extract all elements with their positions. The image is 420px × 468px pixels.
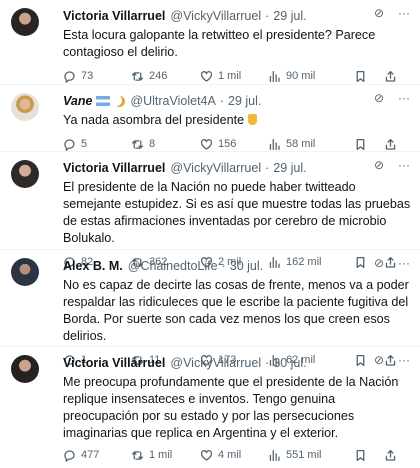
tweet-text: Ya nada asombra del presidente [63,113,245,127]
tweet[interactable]: ⊘ ··· Victoria Villarruel @VickyVillarru… [0,347,420,462]
bookmark-icon [356,138,365,150]
more-icon[interactable]: ··· [398,158,410,172]
reply-button[interactable]: 477 [63,449,131,462]
tweet[interactable]: ⊘ ··· Vane @UltraViolet4A · 29 jul. Ya n… [0,85,420,152]
tweet-date[interactable]: 29 jul. [273,161,306,175]
more-icon[interactable]: ··· [398,91,410,105]
reply-count: 73 [81,70,94,82]
author-handle[interactable]: @VickyVillarruel [170,356,261,370]
author-handle[interactable]: @ChainedtoLife [128,259,218,273]
tweet-text: No es capaz de decirte las cosas de fren… [63,278,409,343]
like-button[interactable]: 1 mil [200,70,268,83]
like-button[interactable]: 4 mil [200,449,268,462]
avatar[interactable] [11,355,39,383]
separator: · [265,9,270,23]
tweet[interactable]: ⊘ ··· Victoria Villarruel @VickyVillarru… [0,0,420,85]
share-button[interactable] [384,449,397,462]
share-icon [385,70,396,82]
avatar[interactable] [11,8,39,36]
grok-icon[interactable]: ⊘ [374,6,384,20]
author-name[interactable]: Vane [63,94,92,108]
like-count: 156 [218,138,237,150]
reply-button[interactable]: 5 [63,138,131,151]
retweet-count: 1 mil [149,449,173,461]
like-count: 4 mil [218,449,242,461]
retweet-button[interactable]: 246 [131,70,200,83]
retweet-count: 8 [149,138,156,150]
author-handle[interactable]: @VickyVillarruel [170,161,261,175]
tweet-text: Esta locura galopante la retwitteo el pr… [63,28,376,59]
retweet-icon [131,139,144,149]
grok-icon[interactable]: ⊘ [374,158,384,172]
share-button[interactable] [384,138,397,151]
more-icon[interactable]: ··· [398,6,410,20]
tweet-date[interactable]: 30 jul. [230,259,263,273]
author-name[interactable]: Alex B. M. [63,259,123,273]
bookmark-icon [356,70,365,82]
heart-icon [200,70,213,82]
views-icon [269,70,280,82]
tweet-thread: ⊘ ··· Victoria Villarruel @VickyVillarru… [0,0,420,462]
heart-icon [200,449,213,461]
bookmark-button[interactable] [354,70,384,83]
share-icon [385,449,396,461]
like-button[interactable]: 156 [200,138,268,151]
views-button[interactable]: 90 mil [268,70,354,83]
view-count: 58 mil [286,138,316,150]
action-bar: 477 1 mil 4 mil 551 mil [63,442,412,468]
tweet-text: El presidente de la Nación no puede habe… [63,180,411,245]
tweet[interactable]: ⊘ ··· Victoria Villarruel @VickyVillarru… [0,152,420,269]
retweet-count: 246 [149,70,168,82]
retweet-button[interactable]: 1 mil [131,449,200,462]
grok-icon[interactable]: ⊘ [374,256,384,270]
views-icon [269,449,280,461]
reply-count: 5 [81,138,88,150]
bookmark-button[interactable] [354,449,384,462]
grok-icon[interactable]: ⊘ [374,91,384,105]
author-name[interactable]: Victoria Villarruel [63,356,165,370]
avatar[interactable] [11,258,39,286]
author-handle[interactable]: @UltraViolet4A [130,94,215,108]
view-count: 90 mil [286,70,316,82]
reply-icon [64,70,75,83]
beer-emoji-icon [247,114,257,125]
author-name[interactable]: Victoria Villarruel [63,161,165,175]
bookmark-button[interactable] [354,138,384,151]
author-handle[interactable]: @VickyVillarruel [170,9,261,23]
retweet-button[interactable]: 8 [131,138,200,151]
reply-count: 477 [81,449,100,461]
view-count: 551 mil [286,449,322,461]
author-name[interactable]: Victoria Villarruel [63,9,165,23]
separator: · [219,94,225,108]
separator: · [221,259,226,273]
tweet-text: Me preocupa profundamente que el preside… [63,375,399,440]
views-icon [269,138,280,150]
like-count: 1 mil [218,70,242,82]
tweet-date[interactable]: 29 jul. [273,9,306,23]
tweet-date[interactable]: 29 jul. [228,94,261,108]
heart-icon [200,138,213,150]
views-button[interactable]: 551 mil [268,449,354,462]
more-icon[interactable]: ··· [398,256,410,270]
retweet-icon [131,71,144,81]
share-icon [385,138,396,150]
argentina-flag-icon [96,96,111,106]
retweet-icon [131,450,144,460]
avatar[interactable] [11,93,39,121]
tweet-body: Ya nada asombra del presidente [63,112,412,129]
grok-icon[interactable]: ⊘ [374,353,384,367]
tweet[interactable]: ⊘ ··· Alex B. M. @ChainedtoLife · 30 jul… [0,250,420,367]
reply-icon [64,138,75,151]
tweet-date[interactable]: 30 jul. [273,356,306,370]
views-button[interactable]: 58 mil [268,138,354,151]
share-button[interactable] [384,70,397,83]
more-icon[interactable]: ··· [398,353,410,367]
reply-icon [64,449,75,462]
crescent-moon-icon [114,96,125,107]
separator: · [265,161,270,175]
avatar[interactable] [11,160,39,188]
reply-button[interactable]: 73 [63,70,131,83]
separator: · [265,356,270,370]
bookmark-icon [356,449,365,461]
